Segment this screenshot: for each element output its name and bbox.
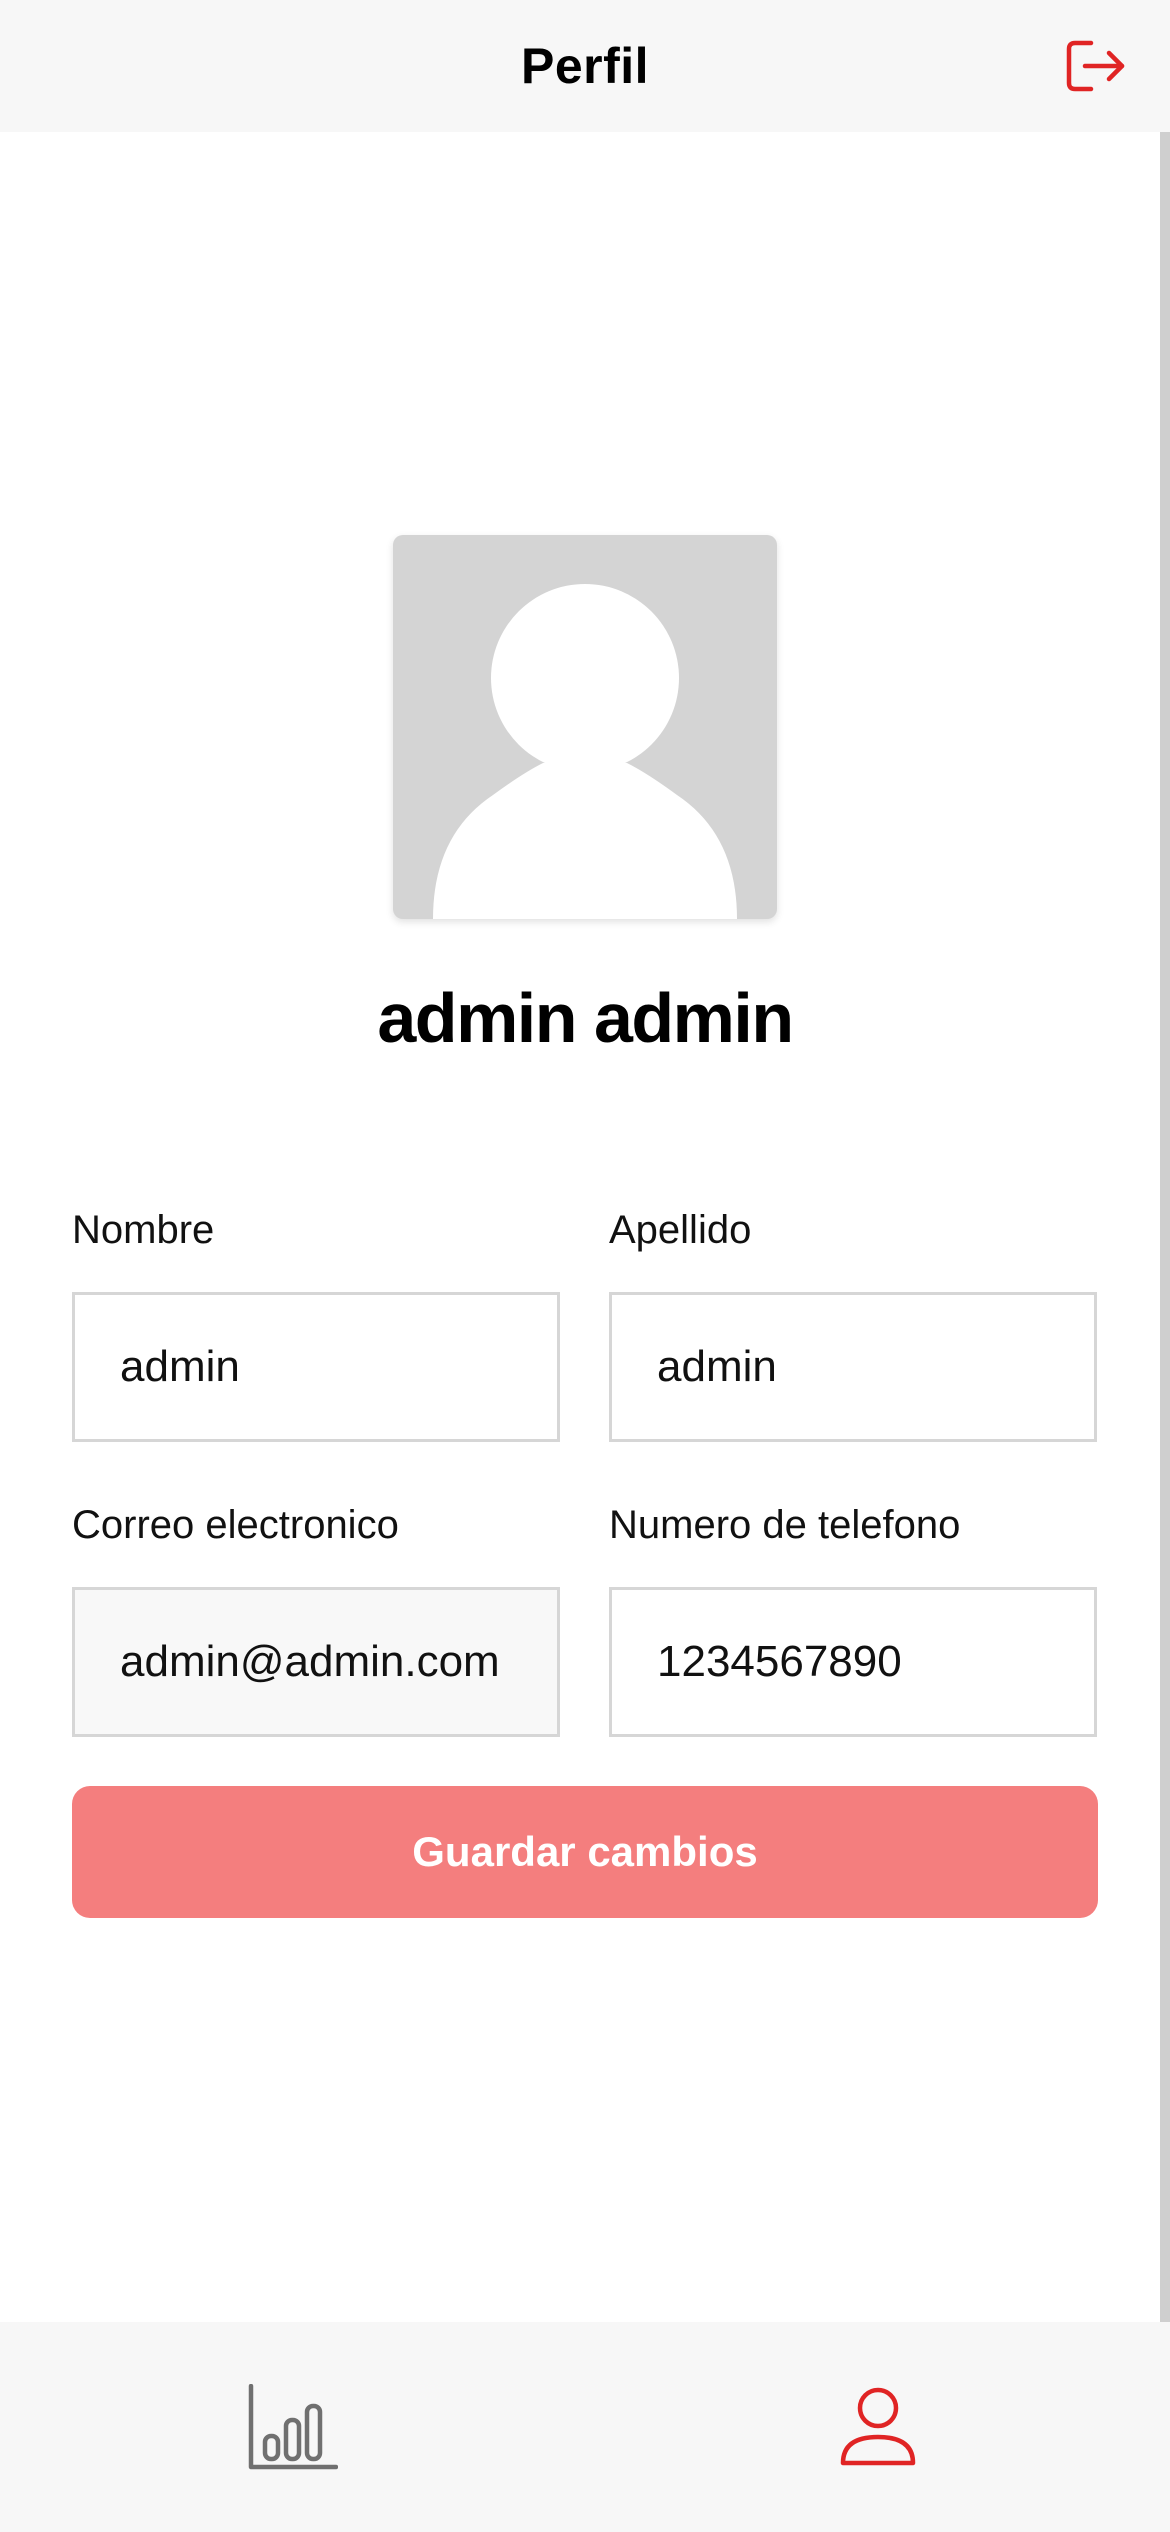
top-bar: Perfil xyxy=(0,0,1170,132)
avatar[interactable] xyxy=(393,535,777,919)
nombre-field[interactable] xyxy=(72,1292,560,1442)
scrollbar[interactable] xyxy=(1160,132,1170,2322)
page-title: Perfil xyxy=(520,38,650,94)
email-field[interactable] xyxy=(72,1587,560,1737)
phone-field[interactable] xyxy=(609,1587,1097,1737)
user-icon xyxy=(840,2387,915,2466)
apellido-field[interactable] xyxy=(609,1292,1097,1442)
nombre-label: Nombre xyxy=(72,1208,215,1252)
nav-item-profile[interactable] xyxy=(585,2322,1170,2532)
nav-item-stats[interactable] xyxy=(0,2322,585,2532)
logout-icon xyxy=(1066,40,1125,92)
telefono-label: Numero de telefono xyxy=(609,1503,961,1547)
user-placeholder-icon xyxy=(433,584,737,919)
bar-chart-icon xyxy=(248,2384,338,2470)
save-button[interactable]: Guardar cambios xyxy=(72,1786,1098,1918)
logout-button[interactable] xyxy=(1062,36,1130,96)
bottom-nav xyxy=(0,2322,1170,2532)
apellido-label: Apellido xyxy=(609,1208,752,1252)
profile-screen: Perfil admin admin Nombre Apellido Corre… xyxy=(0,0,1170,2532)
profile-name: admin admin xyxy=(377,979,794,1057)
correo-label: Correo electronico xyxy=(72,1503,399,1547)
